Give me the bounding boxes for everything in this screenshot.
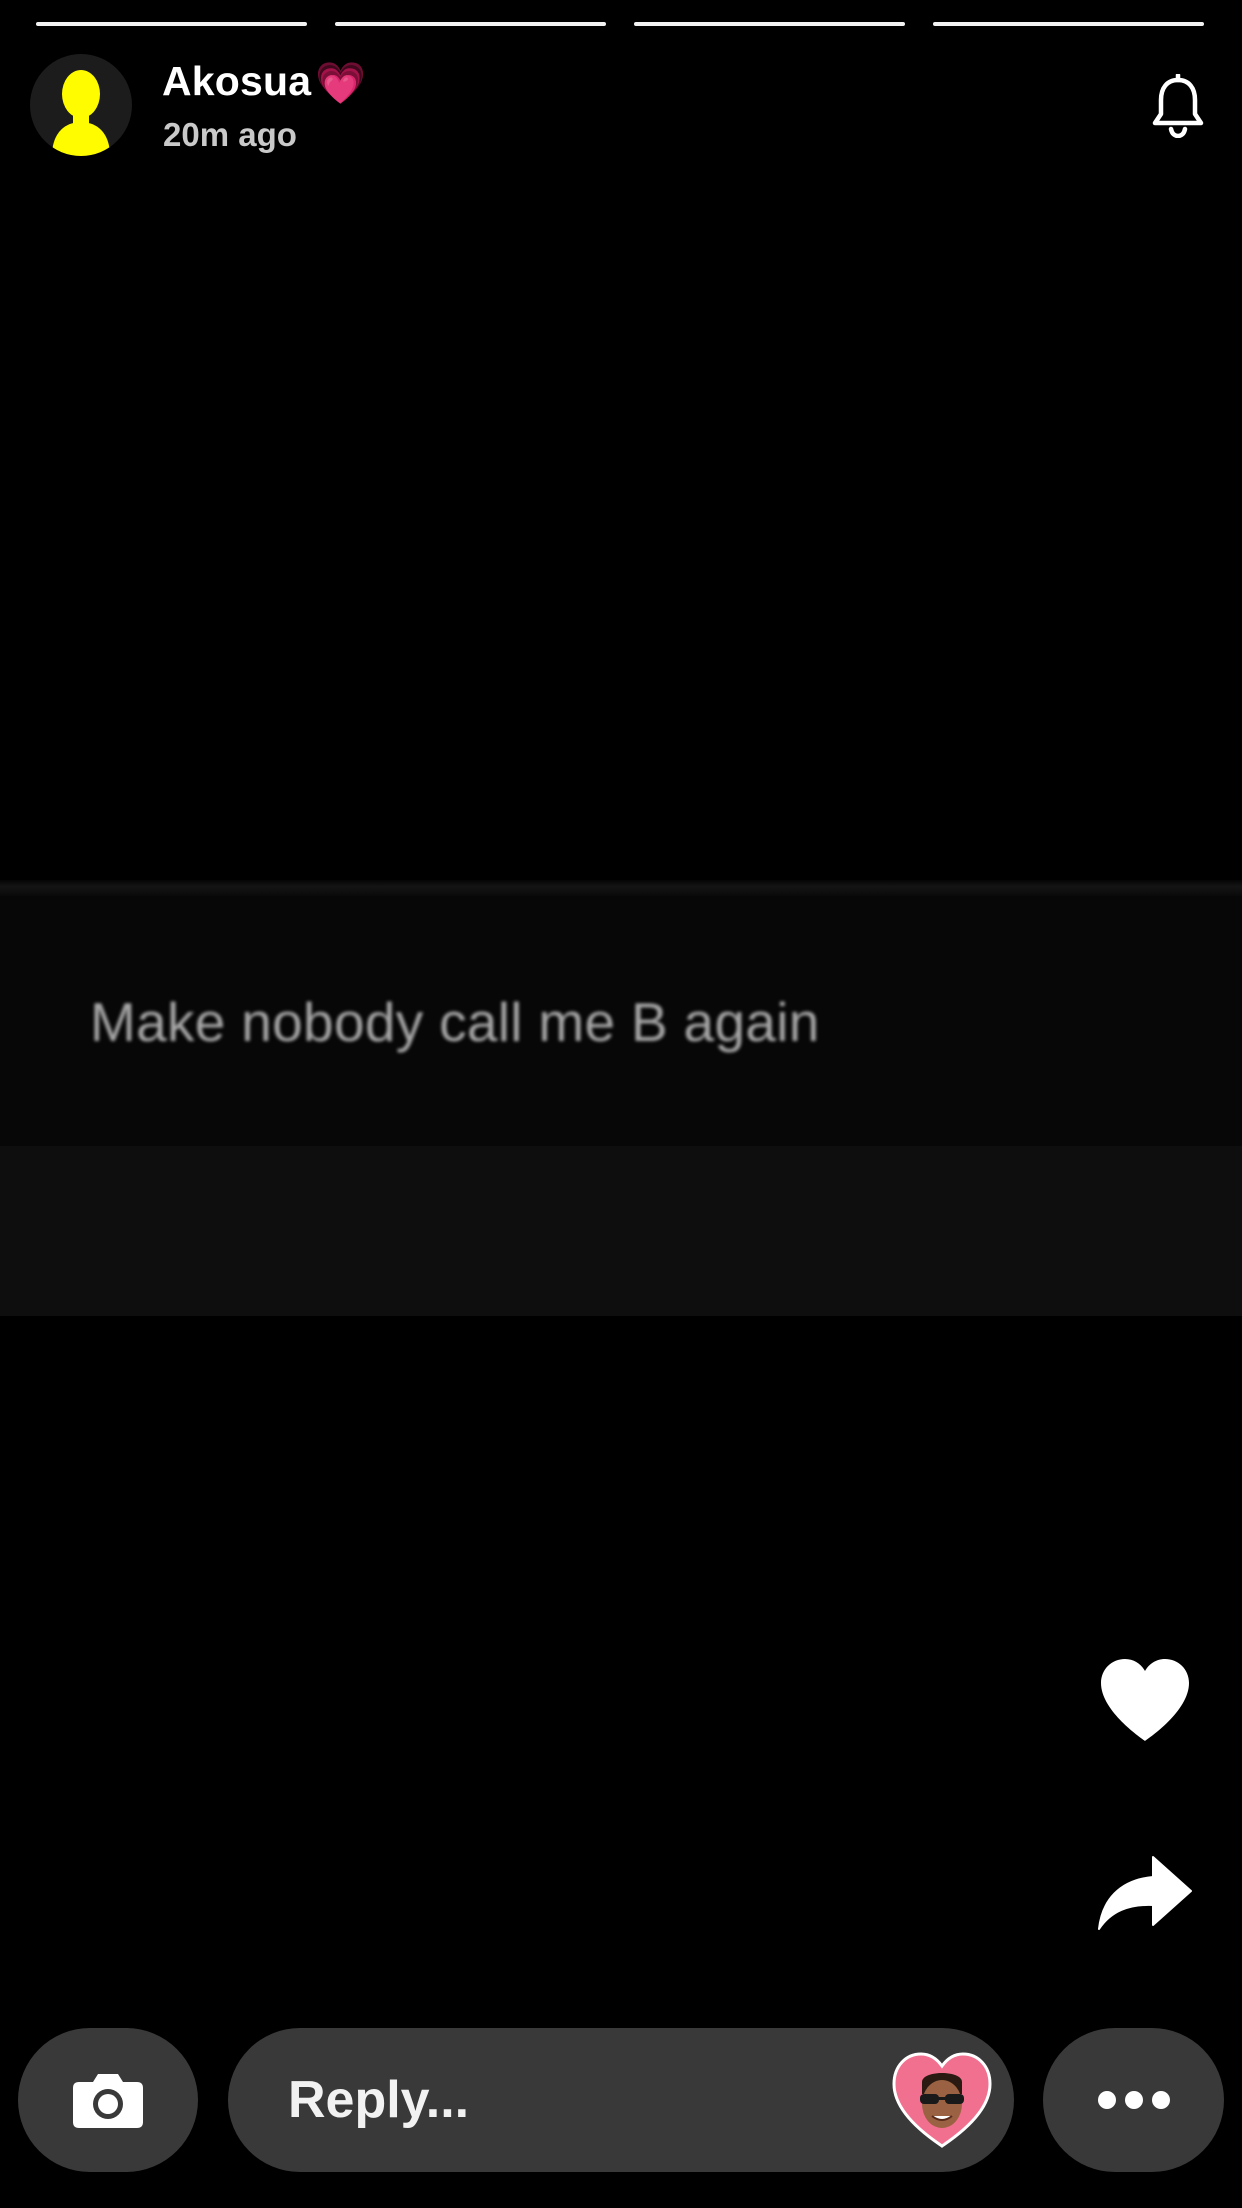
ghost-avatar-icon[interactable] <box>30 54 132 156</box>
progress-segment <box>36 22 307 26</box>
progress-segment <box>634 22 905 26</box>
camera-button[interactable] <box>18 2028 198 2172</box>
pink-heart-emoji: 💗 <box>315 60 367 107</box>
story-lower-band <box>0 1146 1242 1316</box>
bell-icon[interactable] <box>1148 72 1208 139</box>
story-timestamp: 20m ago <box>163 116 297 153</box>
story-progress-bar <box>36 22 1204 26</box>
username-text: Akosua <box>162 58 312 104</box>
heart-icon[interactable] <box>1090 1645 1200 1755</box>
more-button[interactable] <box>1043 2028 1224 2172</box>
bitmoji-heart-icon[interactable] <box>890 2048 994 2152</box>
progress-segment <box>933 22 1204 26</box>
reply-input[interactable] <box>288 2028 848 2172</box>
reply-field[interactable] <box>228 2028 1014 2172</box>
share-arrow-icon[interactable] <box>1090 1838 1200 1948</box>
progress-segment <box>335 22 606 26</box>
story-header: Akosua💗 20m ago <box>30 54 1212 158</box>
camera-icon <box>18 2028 198 2172</box>
more-dots-icon <box>1043 2028 1224 2172</box>
story-text: Make nobody call me B again <box>90 991 820 1053</box>
story-band-divider <box>0 880 1242 896</box>
username[interactable]: Akosua💗 <box>162 58 367 108</box>
